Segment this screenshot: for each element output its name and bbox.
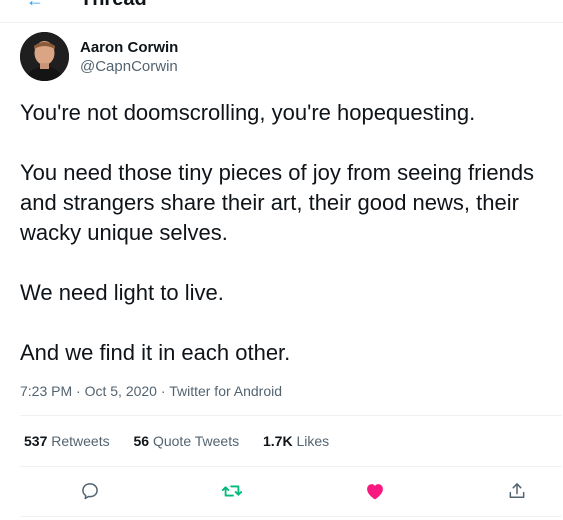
tweet-paragraph: You need those tiny pieces of joy from s… [20, 160, 535, 245]
tweet-metadata: 7:23 PM · Oct 5, 2020 · Twitter for Andr… [20, 383, 282, 399]
retweet-button[interactable] [218, 477, 246, 505]
engagement-stats: 537 Retweets 56 Quote Tweets 1.7K Likes [24, 433, 349, 449]
quote-tweets-stat[interactable]: 56 Quote Tweets [134, 433, 240, 449]
author-name[interactable]: Aaron Corwin [80, 39, 178, 56]
tweet-paragraph: And we find it in each other. [20, 340, 291, 365]
retweets-label: Retweets [51, 433, 110, 449]
heart-icon [367, 484, 383, 500]
likes-count: 1.7K [263, 433, 293, 449]
tweet-text: You're not doomscrolling, you're hopeque… [20, 98, 560, 368]
reply-button[interactable] [76, 477, 104, 505]
tweet-paragraph: We need light to live. [20, 280, 224, 305]
likes-label: Likes [296, 433, 330, 449]
likes-stat[interactable]: 1.7K Likes [263, 433, 329, 449]
avatar-photo [20, 32, 69, 81]
tweet-paragraph: You're not doomscrolling, you're hopeque… [20, 100, 476, 125]
meta-separator: · [76, 383, 81, 399]
back-arrow-icon[interactable]: ← [26, 0, 44, 11]
avatar[interactable] [20, 32, 69, 81]
meta-separator: · [160, 383, 166, 399]
tweet-source[interactable]: Twitter for Android [169, 383, 282, 399]
like-button[interactable] [361, 477, 389, 505]
retweets-stat[interactable]: 537 Retweets [24, 433, 110, 449]
retweet-icon [221, 485, 243, 497]
tweet-date[interactable]: Oct 5, 2020 [85, 383, 157, 399]
divider [20, 466, 562, 467]
divider [20, 516, 562, 517]
divider [20, 415, 562, 416]
author-handle[interactable]: @CapnCorwin [80, 58, 178, 75]
tweet-time[interactable]: 7:23 PM [20, 383, 72, 399]
thread-header: ← Thread [0, 0, 563, 23]
action-bar [0, 473, 563, 509]
page-title: Thread [80, 0, 147, 11]
retweets-count: 537 [24, 433, 48, 449]
quote-tweets-label: Quote Tweets [152, 433, 240, 449]
quote-tweets-count: 56 [133, 433, 150, 449]
reply-icon [82, 483, 98, 500]
share-icon [509, 483, 525, 498]
share-button[interactable] [503, 477, 531, 505]
